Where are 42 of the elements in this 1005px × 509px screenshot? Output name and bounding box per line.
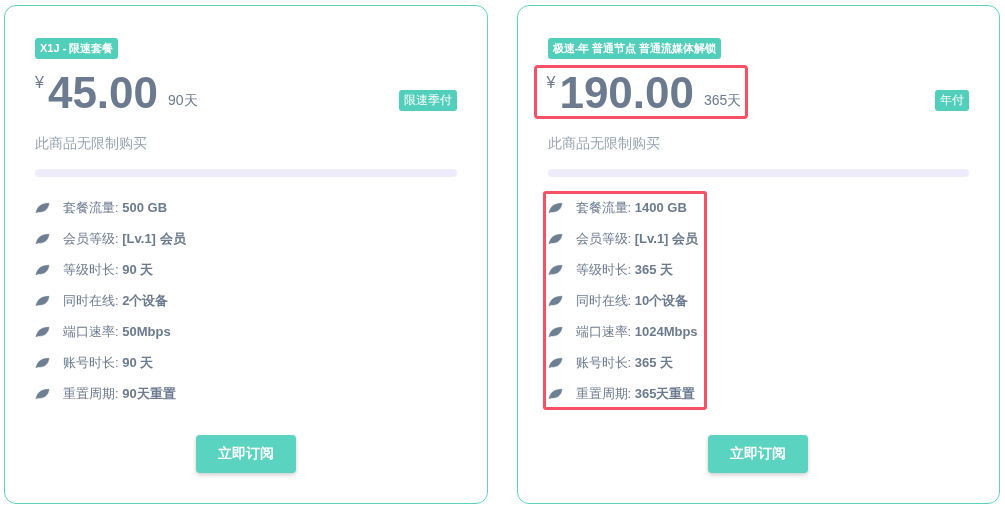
feature-text: 套餐流量: 500 GB (63, 198, 168, 217)
price-amount: 45.00 (47, 70, 158, 117)
feature-text: 等级时长: 365 天 (575, 260, 674, 279)
feature-text: 端口速率: 1024Mbps (575, 322, 698, 341)
plan-tag: 极速-年 普通节点 普通流媒体解锁 (547, 38, 722, 59)
leaf-icon (35, 387, 50, 400)
leaf-icon (35, 356, 50, 369)
feature-text: 账号时长: 90 天 (63, 353, 154, 372)
price-amount: 190.00 (559, 70, 694, 117)
feature-text: 套餐流量: 1400 GB (575, 198, 687, 217)
feature-text: 同时在线: 10个设备 (575, 291, 689, 310)
purchase-note: 此商品无限制购买 (547, 135, 661, 154)
feature-text: 账号时长: 365 天 (575, 353, 674, 372)
leaf-icon (547, 232, 563, 245)
leaf-icon (547, 325, 563, 338)
leaf-icon (35, 201, 50, 214)
price-period: 90天 (168, 92, 198, 111)
billing-badge: 限速季付 (398, 90, 457, 112)
price-period: 365天 (704, 92, 742, 111)
feature-text: 重置周期: 90天重置 (63, 384, 176, 403)
feature-text: 重置周期: 365天重置 (575, 384, 696, 403)
leaf-icon (35, 263, 50, 276)
leaf-icon (547, 356, 563, 369)
leaf-icon (547, 294, 563, 307)
leaf-icon (547, 387, 563, 400)
feature-text: 会员等级: [Lv.1] 会员 (575, 229, 699, 248)
leaf-icon (547, 263, 563, 276)
feature-text: 端口速率: 50Mbps (63, 322, 171, 341)
plan-tag: X1J - 限速套餐 (35, 38, 119, 59)
leaf-icon (35, 325, 50, 338)
subscribe-button[interactable]: 立即订阅 (195, 435, 296, 473)
subscribe-button[interactable]: 立即订阅 (708, 435, 809, 473)
leaf-icon (35, 232, 50, 245)
feature-text: 等级时长: 90 天 (63, 260, 154, 279)
feature-text: 会员等级: [Lv.1] 会员 (63, 229, 186, 248)
feature-text: 同时在线: 2个设备 (63, 291, 169, 310)
leaf-icon (547, 201, 563, 214)
currency-symbol: ¥ (546, 74, 556, 92)
currency-symbol: ¥ (35, 74, 44, 92)
billing-badge: 年付 (935, 90, 969, 112)
leaf-icon (35, 294, 50, 307)
purchase-note: 此商品无限制购买 (35, 135, 148, 154)
